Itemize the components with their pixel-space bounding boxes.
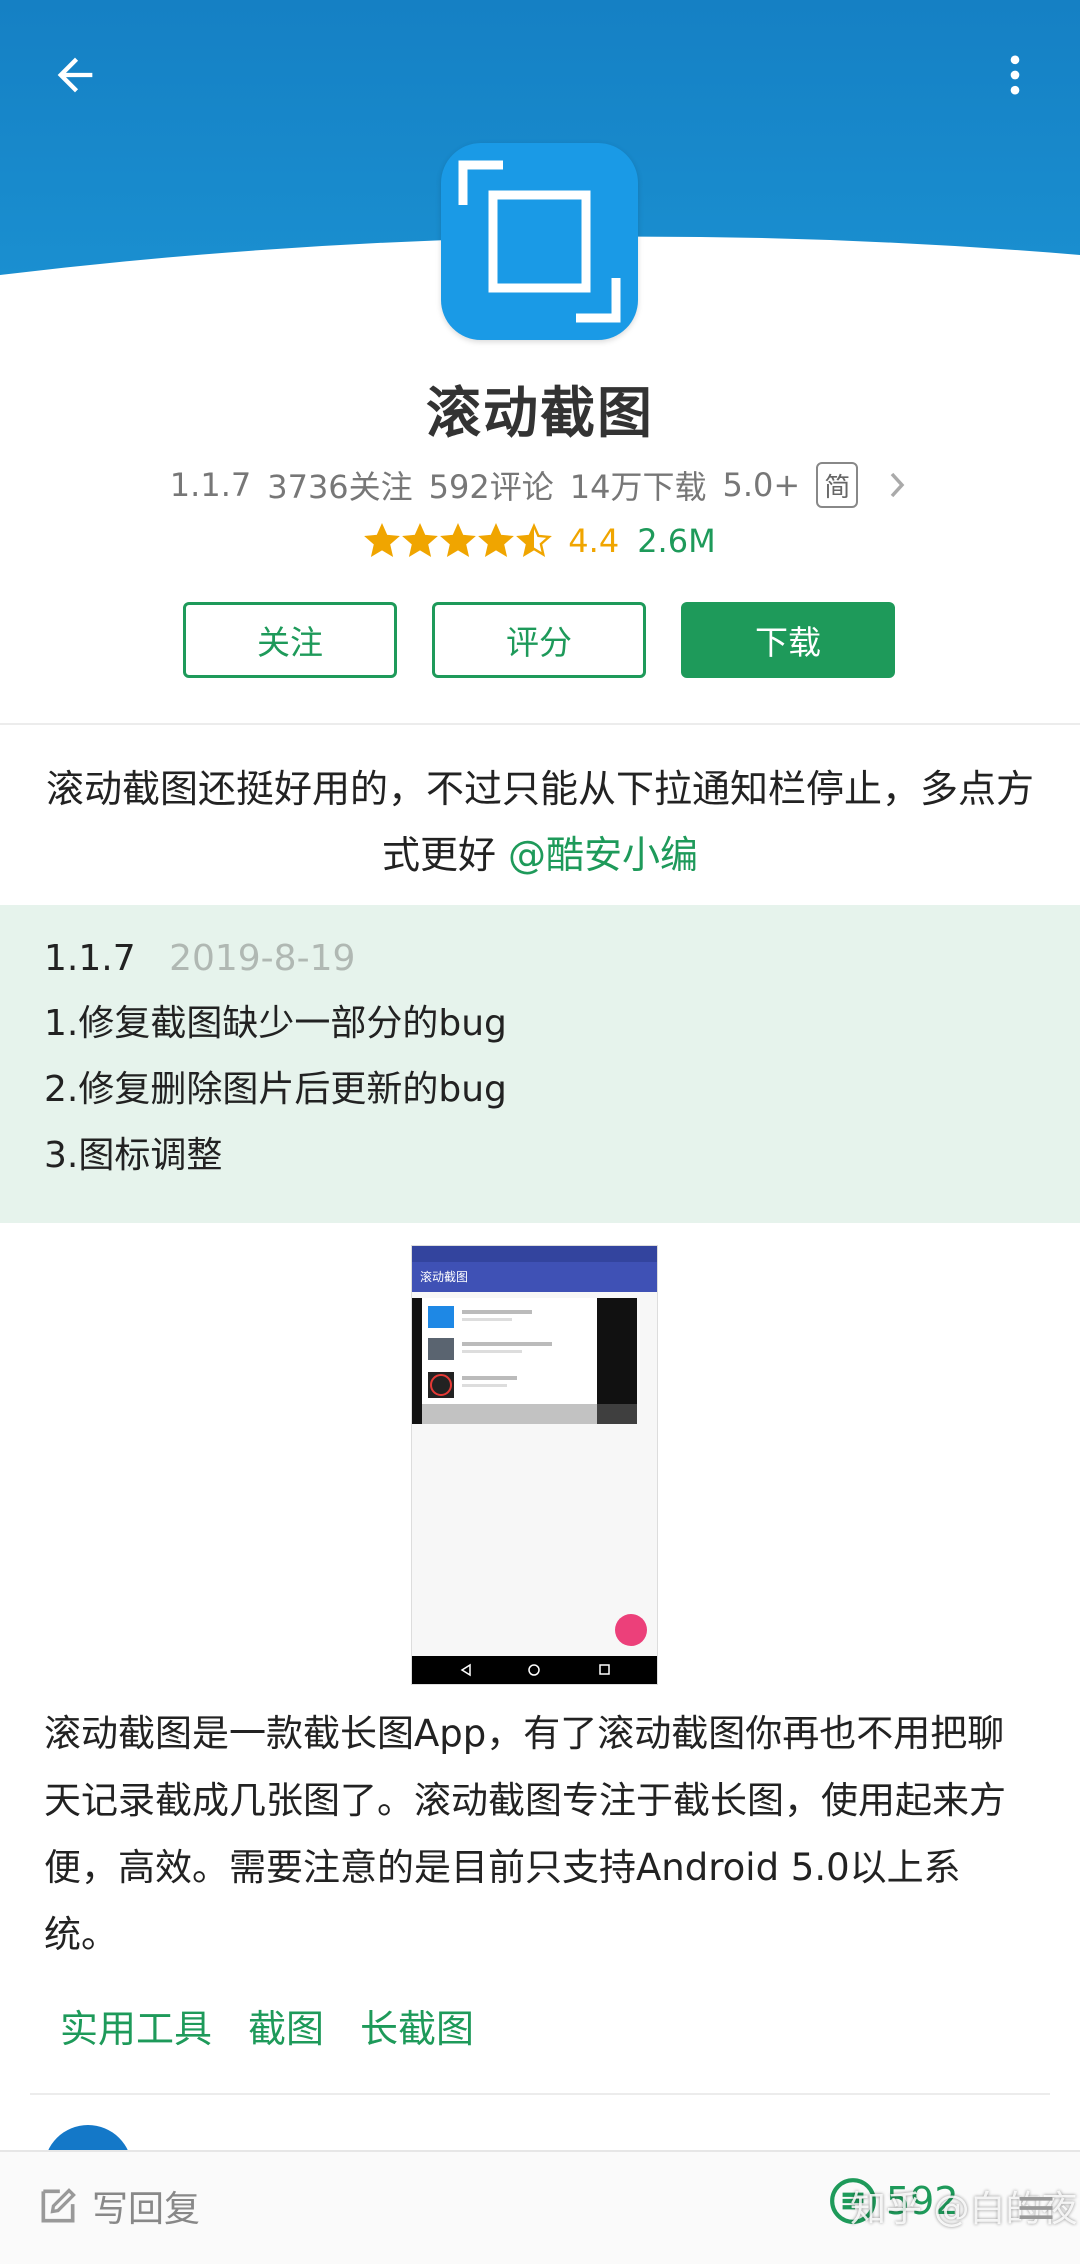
rating-row: 4.4 2.6M (0, 522, 1080, 560)
app-title: 滚动截图 (425, 381, 654, 445)
tag-item[interactable]: 实用工具 (60, 1998, 212, 2053)
rate-button[interactable]: 评分 (432, 602, 646, 678)
follow-button[interactable]: 关注 (183, 602, 397, 678)
changelog-item: 3.图标调整 (44, 1135, 223, 1176)
rating-stars (364, 523, 554, 559)
app-comments-count: 592评论 (428, 468, 554, 506)
changelog-header: 1.1.7 2019-8-19 (44, 927, 1036, 991)
changelog-date: 2019-8-19 (169, 938, 356, 979)
screenshot-status-bar (412, 1246, 657, 1262)
app-icon (441, 143, 638, 340)
divider (0, 723, 1080, 725)
app-followers: 3736关注 (267, 468, 413, 506)
editor-comment: 滚动截图还挺好用的，不过只能从下拉通知栏停止，多点方式更好 @酷安小编 (40, 756, 1040, 888)
arrow-left-icon (57, 57, 93, 93)
screenshot-toolbar: 滚动截图 (412, 1262, 657, 1292)
bottom-action-bar: 写回复 592 知乎 @白的夜 (0, 2150, 1080, 2264)
menu-button[interactable] (1014, 2186, 1058, 2234)
screenshot-fab (615, 1614, 647, 1646)
chevron-right-icon (884, 468, 910, 502)
star-half-icon (516, 523, 553, 557)
write-reply-label: 写回复 (92, 2189, 201, 2230)
tag-list: 实用工具 截图 长截图 (60, 1998, 510, 2053)
tag-item[interactable]: 截图 (248, 1998, 324, 2053)
scroll-screenshot-logo-icon (458, 160, 621, 323)
rating-value: 4.4 (568, 522, 620, 560)
changelog-panel: 1.1.7 2019-8-19 1.修复截图缺少一部分的bug 2.修复删除图片… (0, 905, 1080, 1223)
app-description: 滚动截图是一款截长图App，有了滚动截图你再也不用把聊天记录截成几张图了。滚动截… (44, 1712, 1006, 1956)
star-full-icon (478, 523, 515, 557)
app-screenshot-thumbnail[interactable]: 滚动截图 (411, 1245, 658, 1685)
app-version: 1.1.7 (169, 466, 252, 504)
download-button[interactable]: 下载 (681, 602, 895, 678)
star-full-icon (364, 523, 401, 557)
more-options-button[interactable] (970, 30, 1060, 120)
app-detail-page: 滚动截图 1.1.7 3736关注 592评论 14万下载 5.0+ 简 4.4… (0, 0, 1080, 2264)
more-vertical-icon (1010, 55, 1020, 95)
app-meta-row[interactable]: 1.1.7 3736关注 592评论 14万下载 5.0+ 简 (0, 462, 1080, 508)
screenshot-nav-bar (412, 1656, 657, 1684)
app-size: 2.6M (637, 522, 716, 560)
language-badge: 简 (816, 462, 859, 508)
editor-mention-link[interactable]: @酷安小编 (508, 833, 698, 877)
edit-icon (41, 2188, 76, 2223)
divider (30, 2093, 1050, 2095)
changelog-version: 1.1.7 (44, 938, 136, 979)
write-reply-button[interactable]: 写回复 (36, 2180, 200, 2232)
menu-lines-icon (1019, 2197, 1053, 2219)
changelog-item: 1.修复截图缺少一部分的bug (44, 1003, 507, 1044)
app-downloads: 14万下载 (569, 468, 707, 506)
changelog-item: 2.修复删除图片后更新的bug (44, 1069, 507, 1110)
back-button[interactable] (30, 30, 120, 120)
app-android-requirement: 5.0+ (722, 466, 801, 504)
tag-item[interactable]: 长截图 (360, 1998, 474, 2053)
screenshot-content-picture (412, 1292, 657, 1442)
star-full-icon (440, 523, 477, 557)
star-full-icon (402, 523, 439, 557)
